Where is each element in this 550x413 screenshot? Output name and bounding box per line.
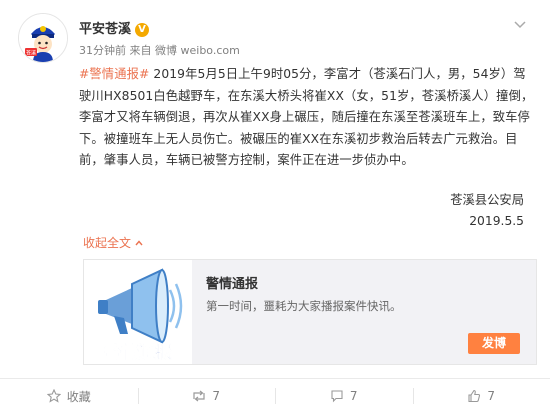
weibo-post: 苍溪 平安苍溪 V 31分钟前 来自 微博 weibo.com #警情通报# 20…	[0, 0, 550, 413]
topic-card[interactable]: 警情通报 警情通报 第一时间，噩耗为大家播报案件快讯。 发博	[83, 259, 537, 365]
thumbs-up-icon	[468, 389, 481, 403]
topic-card-description: 第一时间，噩耗为大家播报案件快讯。	[206, 299, 402, 313]
topic-card-image[interactable]: 警情通报	[84, 260, 192, 364]
repost-icon	[193, 390, 206, 402]
star-icon	[46, 389, 61, 403]
post-signature: 苍溪县公安局	[450, 193, 524, 207]
hashtag-link[interactable]: #警情通报#	[79, 67, 149, 81]
collapse-button[interactable]: 收起全文	[83, 234, 143, 251]
police-mascot-icon: 苍溪	[19, 14, 67, 62]
post-source[interactable]: 来自 微博 weibo.com	[130, 44, 240, 57]
post-meta: 31分钟前 来自 微博 weibo.com	[79, 42, 240, 58]
post-weibo-button[interactable]: 发博	[468, 333, 520, 354]
collapse-label[interactable]: 收起全文	[83, 236, 131, 250]
megaphone-icon: 警情通报	[84, 260, 192, 364]
post-time[interactable]: 31分钟前	[79, 44, 126, 57]
favorite-button[interactable]: 收藏	[0, 379, 138, 413]
post-content: #警情通报# 2019年5月5日上午9时05分，李富才（苍溪石门人，男，54岁）…	[79, 64, 535, 172]
comment-count: 7	[349, 389, 358, 403]
post-date: 2019.5.5	[469, 214, 524, 228]
svg-text:警情通报: 警情通报	[103, 342, 172, 363]
repost-button[interactable]: 7	[137, 379, 276, 413]
verified-badge-icon: V	[135, 23, 150, 37]
chevron-up-icon	[135, 240, 143, 246]
like-count: 7	[487, 389, 496, 403]
comment-icon	[331, 390, 343, 403]
author-name[interactable]: 平安苍溪 V	[79, 18, 150, 37]
avatar[interactable]: 苍溪	[18, 13, 68, 63]
favorite-label: 收藏	[66, 389, 91, 404]
topic-card-title[interactable]: 警情通报	[206, 273, 258, 292]
post-text: 2019年5月5日上午9时05分，李富才（苍溪石门人，男，54岁）驾驶川HX85…	[79, 67, 534, 167]
author-name-text[interactable]: 平安苍溪	[79, 22, 131, 37]
repost-count: 7	[212, 389, 221, 403]
svg-text:苍溪: 苍溪	[26, 50, 36, 57]
comment-button[interactable]: 7	[275, 379, 413, 413]
like-button[interactable]: 7	[412, 379, 550, 413]
chevron-down-icon[interactable]	[514, 18, 526, 33]
action-bar: 收藏 7 7 7	[0, 379, 550, 413]
